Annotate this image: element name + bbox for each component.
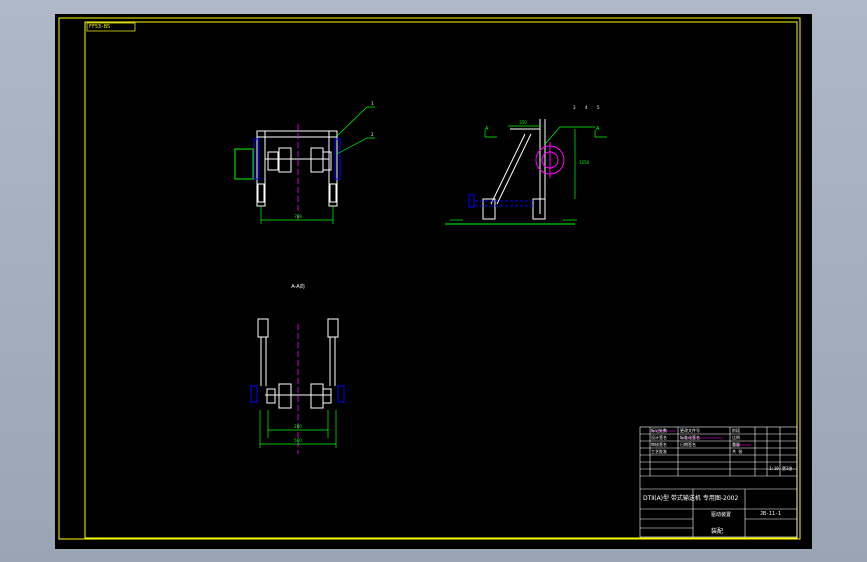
title-left-row-2: 审核签名 — [651, 442, 667, 447]
title-right-row-0: 阶段 — [732, 428, 740, 433]
title-right-row-1: 比例 — [732, 435, 740, 440]
title-mid-row-2: 日期签名 — [680, 442, 696, 447]
title-sheet-info: 第1张 — [782, 466, 793, 471]
title-material: 装配 — [711, 528, 724, 535]
drawing-sheet: 760 1 2 A A 350 1250 3 4 5 A-A向 280 560 … — [55, 14, 812, 549]
leader-2: 2 — [371, 132, 374, 137]
leader-lines-front — [336, 106, 375, 155]
front-view-hidden — [250, 385, 345, 403]
leader-1: 1 — [371, 101, 374, 106]
side-leader-4: 4 — [585, 105, 588, 110]
title-mid-row-1: 标准化签名 — [680, 435, 700, 440]
section-mark-right: A — [596, 126, 600, 132]
title-mid-row-0: 更改文件号 — [680, 428, 700, 433]
title-drawing-no: JB-11-1 — [760, 511, 782, 517]
section-mark-left: A — [485, 126, 489, 132]
title-left-row-3: 工艺批准 — [651, 449, 667, 454]
side-leader-3: 3 — [573, 105, 576, 110]
title-left-row-0: 标记处数 — [651, 428, 667, 433]
front-view-title: A-A向 — [291, 283, 304, 290]
corner-tag: FF53-BS — [89, 24, 111, 30]
inner-frame — [84, 21, 798, 539]
title-right-row-3: 共 张 — [732, 449, 743, 454]
title-left-row-1: 设计签名 — [651, 435, 667, 440]
side-dim-right: 1250 — [579, 160, 590, 165]
front-dim-outer: 560 — [294, 438, 302, 443]
front-dim-inner: 280 — [294, 424, 302, 429]
side-view — [445, 119, 575, 225]
title-right-row-2: 重量 — [732, 442, 740, 447]
side-dim-top: 350 — [519, 120, 527, 125]
top-view-dim-width: 760 — [294, 214, 302, 219]
cad-drawing: 760 1 2 A A 350 1250 3 4 5 A-A向 280 560 — [58, 17, 801, 540]
title-scale: 1:10 — [769, 466, 779, 471]
outer-frame — [58, 17, 801, 540]
title-company: DTⅡ(A)型 带式输送机 专用图-2002 — [643, 495, 739, 502]
top-view — [234, 130, 338, 207]
side-leader-5: 5 — [597, 105, 600, 110]
side-view-hidden — [468, 194, 535, 208]
title-drawing-name: 驱动装置 — [711, 512, 732, 518]
